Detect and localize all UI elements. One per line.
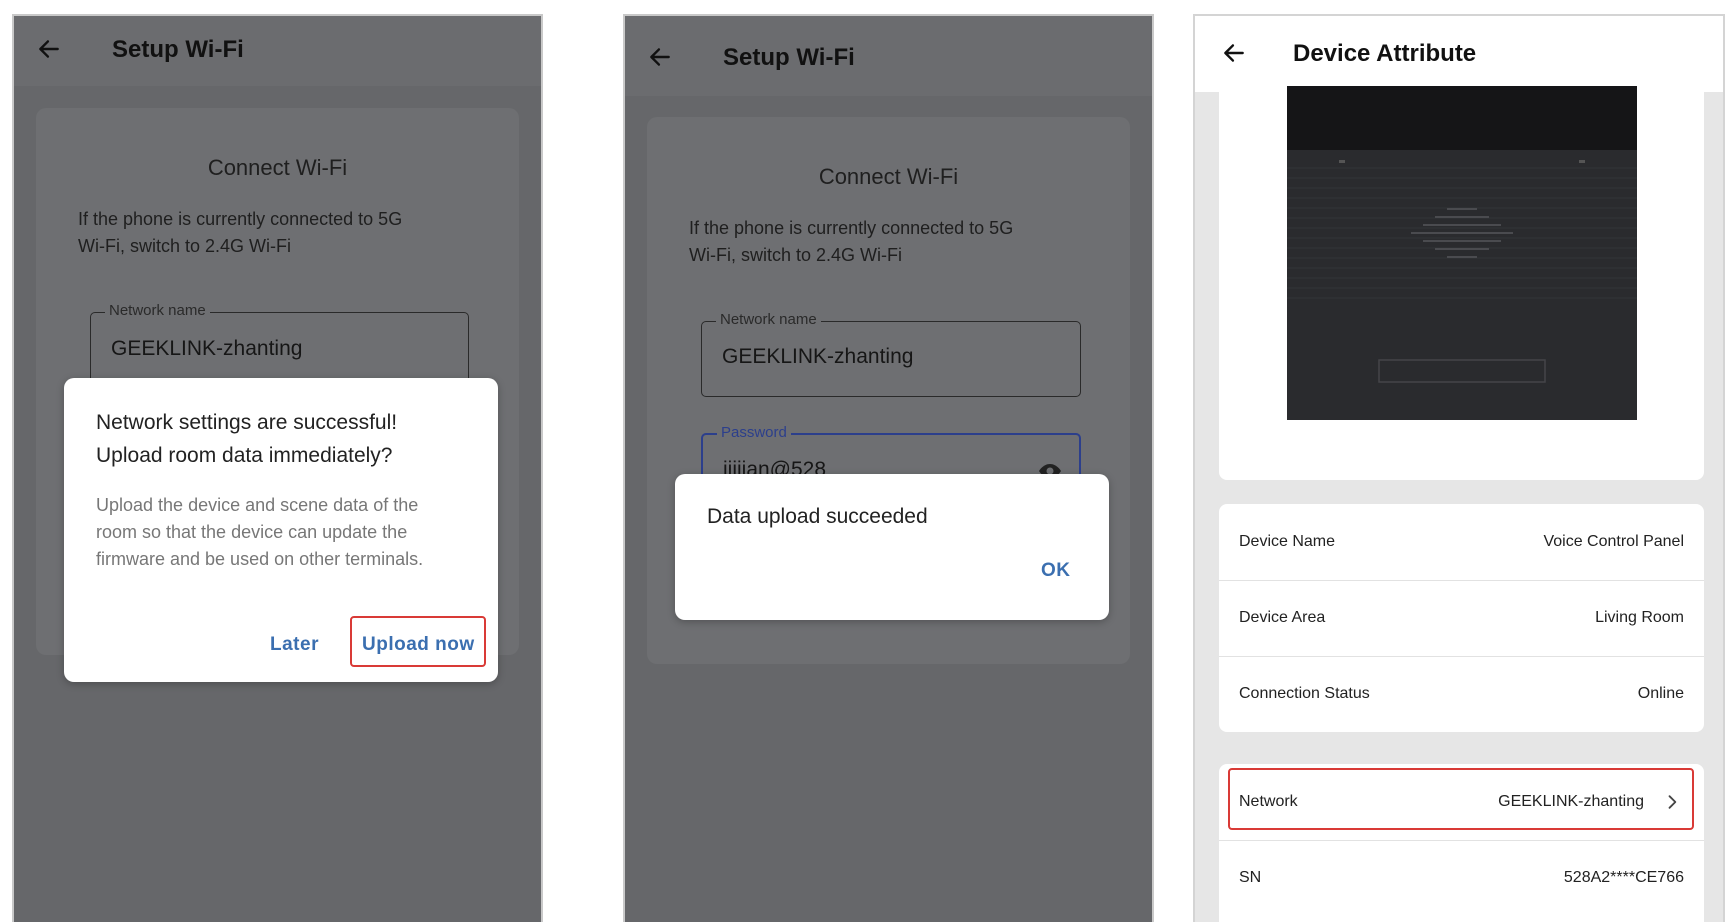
row-label: Device Name	[1239, 533, 1336, 550]
app-header: Device Attribute	[1195, 16, 1723, 92]
back-arrow-icon[interactable]	[36, 36, 62, 62]
card-description: If the phone is currently connected to 5…	[689, 215, 1013, 269]
app-header: Setup Wi-Fi	[625, 16, 1152, 96]
network-name-value: GEEKLINK-zhanting	[722, 345, 914, 368]
sn-row: SN 528A2****CE766	[1219, 840, 1704, 916]
row-label: Connection Status	[1239, 685, 1370, 702]
screen-setup-wifi-upload-success: Setup Wi-Fi Connect Wi-Fi If the phone i…	[623, 14, 1154, 922]
network-name-label: Network name	[105, 302, 210, 319]
network-name-value: GEEKLINK-zhanting	[111, 337, 303, 360]
row-value: 528A2****CE766	[1563, 869, 1684, 886]
password-label: Password	[717, 424, 791, 441]
device-area-row: Device Area Living Room	[1219, 580, 1704, 657]
row-value: Voice Control Panel	[1543, 533, 1684, 550]
screen-setup-wifi-upload-prompt: Setup Wi-Fi Connect Wi-Fi If the phone i…	[12, 14, 543, 922]
device-photo	[1287, 86, 1637, 420]
page-title: Setup Wi-Fi	[723, 44, 855, 71]
network-name-label: Network name	[716, 311, 821, 328]
voice-panel-image	[1287, 86, 1637, 420]
highlight-box	[1228, 768, 1694, 830]
ok-button[interactable]: OK	[1041, 560, 1071, 582]
dialog-body-line: firmware and be used on other terminals.	[96, 549, 424, 569]
dialog-title: Network settings are successful! Upload …	[96, 406, 397, 472]
dialog-body-line: Upload the device and scene data of the	[96, 495, 419, 515]
highlight-box	[350, 616, 486, 667]
row-label: Device Area	[1239, 609, 1326, 626]
description-line: If the phone is currently connected to 5…	[78, 209, 403, 229]
dialog-body-line: room so that the device can update the	[96, 522, 408, 542]
description-line: Wi-Fi, switch to 2.4G Wi-Fi	[689, 245, 903, 265]
card-title: Connect Wi-Fi	[818, 164, 959, 189]
card-title: Connect Wi-Fi	[207, 155, 348, 180]
upload-success-dialog: Data upload succeeded OK	[675, 474, 1109, 620]
dialog-title-line: Upload room data immediately?	[96, 444, 393, 467]
app-header: Setup Wi-Fi	[14, 16, 541, 86]
card-description: If the phone is currently connected to 5…	[78, 206, 402, 260]
network-name-field[interactable]: Network name GEEKLINK-zhanting	[701, 311, 1081, 397]
page-title: Device Attribute	[1293, 40, 1477, 67]
row-label: SN	[1239, 869, 1262, 886]
description-line: Wi-Fi, switch to 2.4G Wi-Fi	[78, 236, 292, 256]
dialog-body: Upload the device and scene data of the …	[96, 492, 423, 573]
back-arrow-icon[interactable]	[647, 44, 673, 70]
screen-device-attribute: Device Attribute Device Name Voice Contr…	[1193, 14, 1725, 922]
dialog-message: Data upload succeeded	[707, 505, 928, 528]
description-line: If the phone is currently connected to 5…	[689, 218, 1014, 238]
device-info-card: Device Name Voice Control Panel Device A…	[1219, 504, 1704, 732]
connection-status-row: Connection Status Online	[1219, 656, 1704, 732]
dialog-title-line: Network settings are successful!	[96, 411, 398, 434]
page-title: Setup Wi-Fi	[112, 36, 244, 63]
later-button[interactable]: Later	[270, 634, 319, 656]
row-value: Online	[1637, 685, 1684, 702]
back-arrow-icon[interactable]	[1221, 40, 1247, 66]
row-value: Living Room	[1595, 609, 1684, 626]
device-name-row: Device Name Voice Control Panel	[1219, 504, 1704, 581]
device-image-card	[1219, 86, 1704, 480]
upload-confirm-dialog: Network settings are successful! Upload …	[64, 378, 498, 682]
